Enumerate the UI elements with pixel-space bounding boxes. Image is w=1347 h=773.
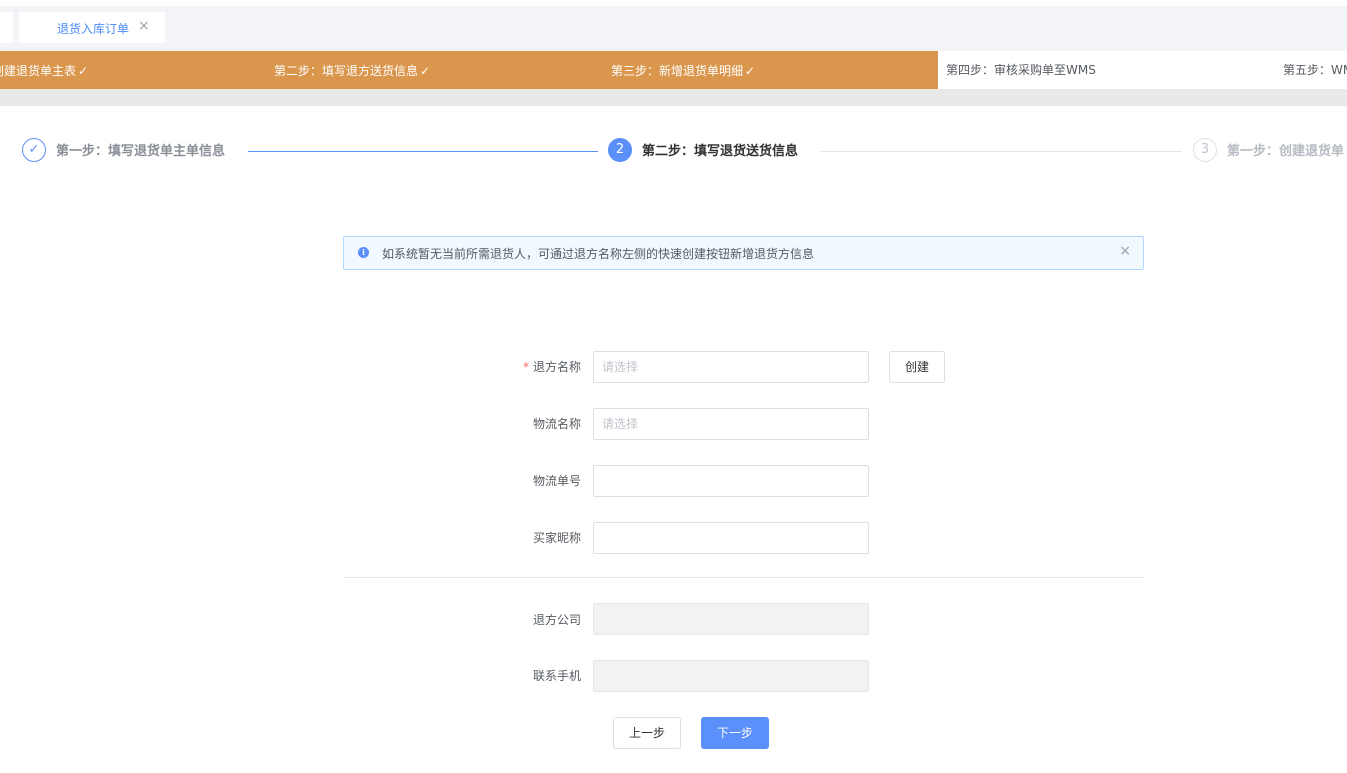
- tab-label[interactable]: 退货入库订单: [57, 20, 129, 37]
- flow-step-5-label: 第五步：WMS: [1283, 63, 1347, 77]
- flow-progress-bar: 创建退货单主表 ✓ 第二步：填写退方送货信息 ✓ 第三步：新增退货单明细 ✓ 第四步：…: [0, 51, 1347, 89]
- returner-name-select[interactable]: [593, 351, 869, 383]
- logistics-no-input[interactable]: [593, 465, 869, 497]
- close-icon[interactable]: ×: [138, 18, 150, 34]
- step-2-title: 第二步：填写退货送货信息: [642, 144, 799, 159]
- step-connector-2: [820, 151, 1182, 152]
- info-alert: i 如系统暂无当前所需退货人，可通过退方名称左侧的快速创建按钮新增退货方信息 ×: [343, 236, 1144, 270]
- flow-step-2-label: 第二步：填写退方送货信息: [274, 64, 419, 78]
- returner-name-label: * 退方名称: [481, 358, 581, 375]
- step-2-number: 2: [608, 138, 632, 162]
- returner-company-input: [593, 603, 869, 635]
- buyer-nick-label: 买家昵称: [532, 531, 581, 545]
- logistics-name-select[interactable]: [593, 408, 869, 440]
- returner-name-label-text: 退方名称: [532, 360, 581, 374]
- check-icon: ✓: [420, 64, 431, 78]
- close-icon[interactable]: ×: [1119, 243, 1131, 259]
- next-step-button[interactable]: 下一步: [701, 717, 769, 749]
- create-button[interactable]: 创建: [889, 351, 945, 383]
- logistics-no-label: 物流单号: [532, 474, 581, 488]
- returner-company-label: 退方公司: [532, 613, 581, 627]
- flow-step-4: 第四步：审核采购单至WMS: [946, 61, 1096, 78]
- tab-stub[interactable]: [0, 12, 13, 43]
- flow-step-3: 第三步：新增退货单明细 ✓: [611, 62, 755, 79]
- tab-bar: 退货入库订单 ×: [0, 0, 1347, 51]
- flow-step-5: 第五步：WMS: [1283, 61, 1347, 78]
- flow-step-1-label: 创建退货单主表: [0, 64, 77, 78]
- step-3-number: 3: [1193, 138, 1217, 162]
- contact-phone-label: 联系手机: [532, 669, 581, 683]
- step-3-title: 第一步：创建退货单: [1227, 144, 1345, 159]
- tab-return-inbound-order[interactable]: 退货入库订单 ×: [19, 12, 165, 43]
- step-1-title: 第一步：填写退货单主单信息: [56, 144, 226, 159]
- steps-indicator: ✓ 第一步：填写退货单主单信息 2 第二步：填写退货送货信息 3 第一步：创建退…: [0, 106, 1347, 186]
- flow-step-4-label: 第四步：审核采购单至WMS: [946, 63, 1096, 77]
- logistics-name-label: 物流名称: [532, 417, 581, 431]
- check-icon: ✓: [22, 138, 46, 162]
- flow-step-1: 创建退货单主表 ✓: [0, 62, 88, 79]
- flow-completed-segment: [0, 51, 938, 89]
- prev-step-button[interactable]: 上一步: [613, 717, 681, 749]
- required-mark: *: [522, 360, 529, 374]
- check-icon: ✓: [745, 64, 756, 78]
- divider-strip: [0, 89, 1347, 106]
- check-icon: ✓: [78, 64, 89, 78]
- contact-phone-input: [593, 660, 869, 692]
- alert-text: 如系统暂无当前所需退货人，可通过退方名称左侧的快速创建按钮新增退货方信息: [382, 247, 815, 261]
- flow-step-2: 第二步：填写退方送货信息 ✓: [274, 62, 430, 79]
- info-icon: i: [358, 247, 369, 258]
- flow-step-3-label: 第三步：新增退货单明细: [611, 64, 744, 78]
- form-divider: [343, 577, 1144, 578]
- step-connector-1: [248, 151, 598, 152]
- buyer-nick-input[interactable]: [593, 522, 869, 554]
